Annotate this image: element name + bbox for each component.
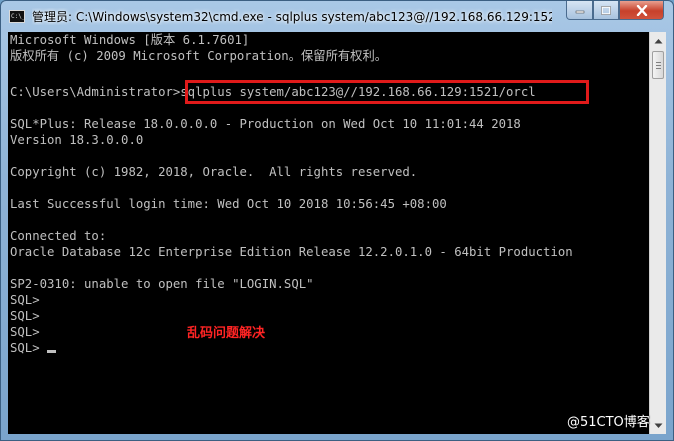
console-line: Oracle Database 12c Enterprise Edition R… bbox=[10, 245, 573, 259]
scroll-down-button[interactable] bbox=[650, 417, 666, 434]
console-line: Microsoft Windows [版本 6.1.7601] bbox=[10, 33, 250, 47]
console-line: Copyright (c) 1982, 2018, Oracle. All ri… bbox=[10, 165, 418, 179]
close-icon bbox=[636, 4, 647, 16]
title-bar[interactable]: C:\_ 管理员: C:\Windows\system32\cmd.exe - … bbox=[1, 1, 673, 31]
console-line: Connected to: bbox=[10, 229, 107, 243]
console-line: SQL> bbox=[10, 325, 40, 339]
cmd-app-icon[interactable]: C:\_ bbox=[9, 10, 25, 23]
watermark-text: @51CTO博客 bbox=[567, 415, 650, 430]
grip-line bbox=[656, 68, 661, 69]
minimize-icon bbox=[575, 10, 584, 14]
grip-line bbox=[656, 62, 661, 63]
maximize-icon bbox=[601, 5, 611, 15]
console-prompt: SQL> bbox=[10, 341, 48, 355]
scrollbar-thumb[interactable] bbox=[652, 51, 664, 79]
scroll-up-button[interactable] bbox=[650, 32, 666, 49]
console-line: 版权所有 (c) 2009 Microsoft Corporation。保留所有… bbox=[10, 49, 388, 63]
close-button[interactable] bbox=[619, 1, 664, 20]
minimize-button[interactable] bbox=[566, 1, 593, 20]
annotation-label: 乱码问题解决 bbox=[187, 326, 266, 341]
vertical-scrollbar[interactable] bbox=[649, 32, 666, 434]
console-line: SQL*Plus: Release 18.0.0.0.0 - Productio… bbox=[10, 117, 521, 131]
window-title: 管理员: C:\Windows\system32\cmd.exe - sqlpl… bbox=[32, 10, 552, 24]
console-output[interactable]: Microsoft Windows [版本 6.1.7601] 版权所有 (c)… bbox=[8, 32, 649, 434]
command-highlight-box bbox=[185, 80, 589, 104]
console-line: SQL> bbox=[10, 309, 40, 323]
console-line: Last Successful login time: Wed Oct 10 2… bbox=[10, 197, 447, 211]
maximize-button[interactable] bbox=[593, 1, 619, 20]
console-prompt-line[interactable]: SQL> bbox=[10, 340, 57, 356]
console-line: SQL> bbox=[10, 293, 40, 307]
text-cursor bbox=[47, 350, 57, 353]
chevron-up-icon bbox=[654, 38, 662, 43]
chevron-down-icon bbox=[654, 423, 662, 428]
console-line: Version 18.3.0.0.0 bbox=[10, 133, 144, 147]
console-line: SP2-0310: unable to open file "LOGIN.SQL… bbox=[10, 277, 314, 291]
grip-line bbox=[656, 65, 661, 66]
cmd-window: C:\_ 管理员: C:\Windows\system32\cmd.exe - … bbox=[0, 0, 674, 441]
